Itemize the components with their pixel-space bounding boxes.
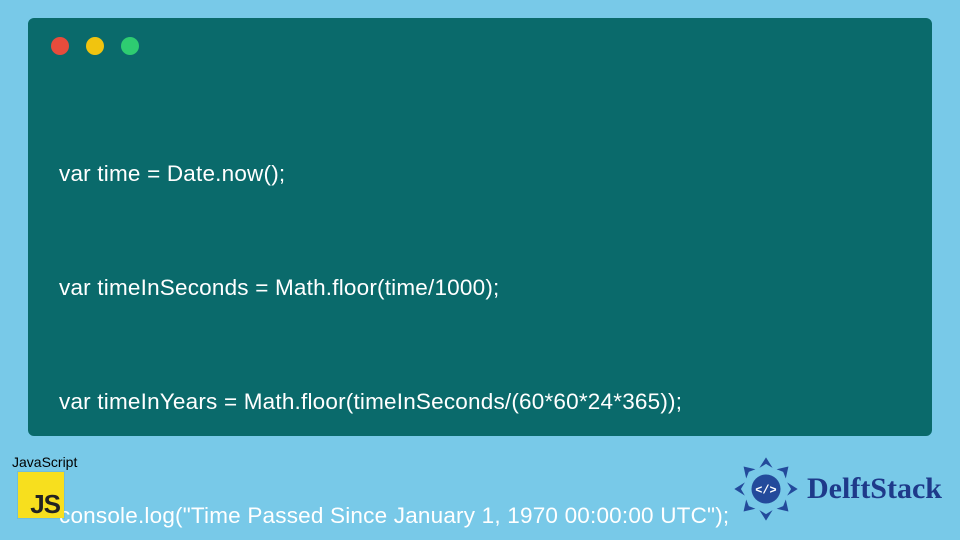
brand: </> DelftStack [733, 456, 942, 522]
brand-name: DelftStack [807, 472, 942, 506]
window-close-icon [51, 37, 69, 55]
js-icon: JS [18, 472, 64, 518]
code-line: var timeInYears = Math.floor(timeInSecon… [59, 383, 911, 421]
language-badge: JavaScript JS [12, 454, 77, 518]
code-block: var time = Date.now(); var timeInSeconds… [59, 79, 911, 415]
code-line: var timeInSeconds = Math.floor(time/1000… [59, 269, 911, 307]
code-window: var time = Date.now(); var timeInSeconds… [28, 18, 932, 436]
code-line: var time = Date.now(); [59, 155, 911, 193]
window-minimize-icon [86, 37, 104, 55]
language-label: JavaScript [12, 454, 77, 470]
traffic-lights [51, 37, 139, 55]
window-zoom-icon [121, 37, 139, 55]
js-icon-text: JS [30, 489, 60, 520]
svg-text:</>: </> [755, 484, 776, 498]
delftstack-logo-icon: </> [733, 456, 799, 522]
stage: var time = Date.now(); var timeInSeconds… [0, 0, 960, 540]
